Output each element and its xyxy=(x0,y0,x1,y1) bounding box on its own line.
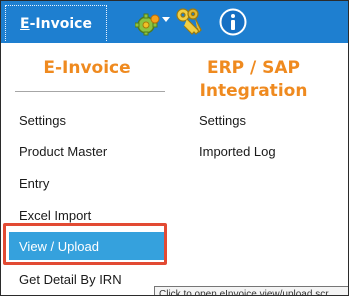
highlight-box xyxy=(3,223,167,265)
tooltip: Click to open eInvoice view/upload scr xyxy=(154,286,348,295)
erp-sap-heading: ERP / SAP Integration xyxy=(181,57,326,103)
ribbon-bar: E -Invoice xyxy=(1,1,348,43)
menu-panel: E-Invoice ERP / SAP Integration Settings… xyxy=(1,43,348,295)
info-icon[interactable] xyxy=(219,8,247,40)
erp-sap-heading-line1: ERP / SAP xyxy=(206,58,301,78)
tab-e-invoice[interactable]: E -Invoice xyxy=(5,5,107,41)
app-window: E -Invoice E-Invoice ERP / SAP Integrati… xyxy=(0,0,349,296)
menu-item-erp-settings[interactable]: Settings xyxy=(189,105,329,135)
menu-item-product-master[interactable]: Product Master xyxy=(9,136,165,166)
erp-sap-heading-line2: Integration xyxy=(199,81,308,101)
heading-divider xyxy=(15,91,165,92)
menu-item-entry[interactable]: Entry xyxy=(9,168,165,198)
keys-icon[interactable] xyxy=(173,6,205,42)
tab-label: -Invoice xyxy=(29,15,92,32)
settings-gear-icon[interactable] xyxy=(134,12,161,40)
tab-accelerator-letter: E xyxy=(20,15,30,32)
menu-item-imported-log[interactable]: Imported Log xyxy=(189,136,329,166)
menu-item-settings[interactable]: Settings xyxy=(9,105,165,135)
dropdown-arrow-icon[interactable] xyxy=(162,8,170,27)
e-invoice-heading: E-Invoice xyxy=(43,58,131,78)
menu-item-get-detail-by-irn[interactable]: Get Detail By IRN xyxy=(9,264,165,294)
